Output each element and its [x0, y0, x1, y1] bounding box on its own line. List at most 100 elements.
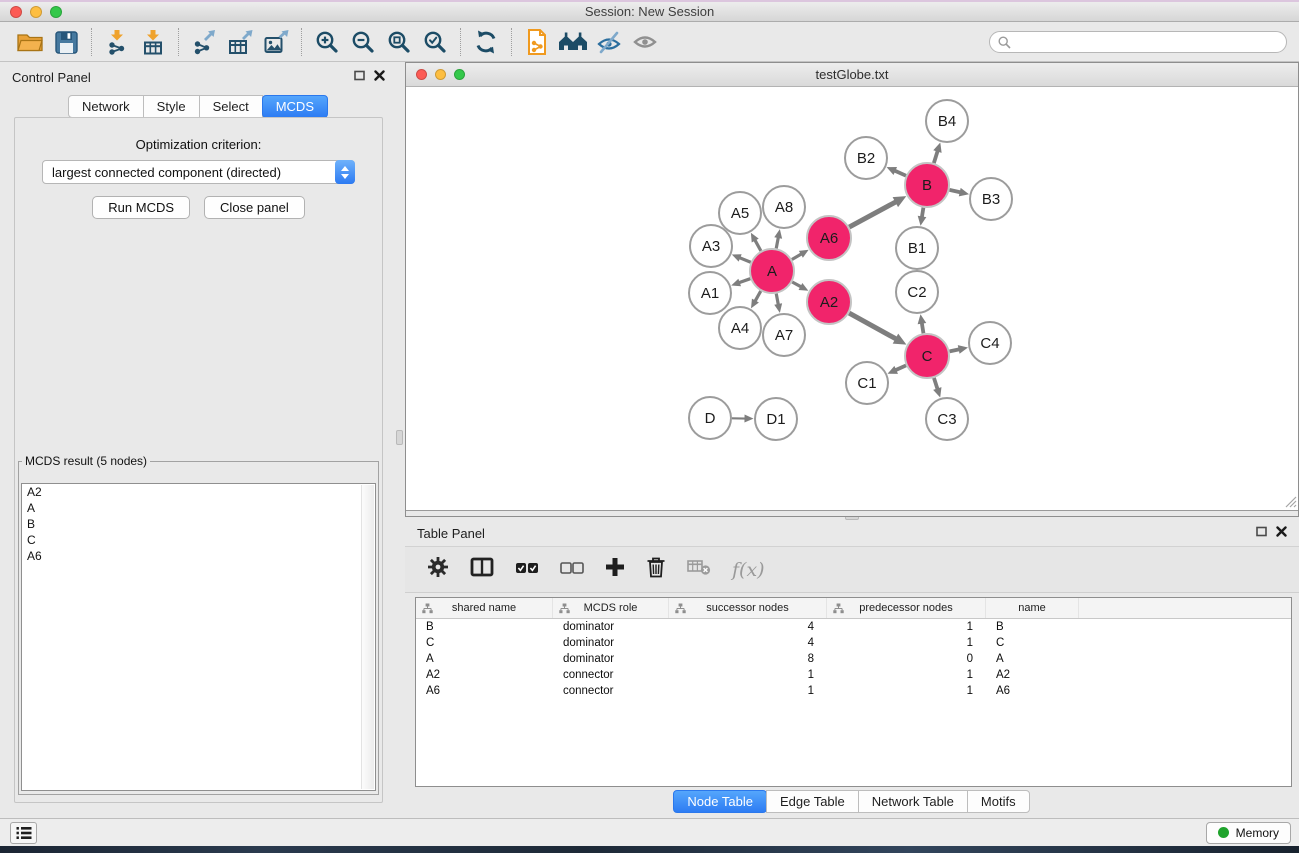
table-row[interactable]: A6connector11A6 — [416, 683, 1291, 699]
column-header-shared-name[interactable]: shared name — [416, 598, 553, 618]
resize-grip-icon[interactable] — [1284, 495, 1297, 508]
graph-edge-A-A4[interactable] — [751, 291, 761, 308]
graph-node-C4[interactable]: C4 — [969, 322, 1011, 364]
table-row[interactable]: Cdominator41C — [416, 635, 1291, 651]
close-panel-icon[interactable] — [374, 70, 385, 81]
run-mcds-button[interactable]: Run MCDS — [92, 196, 190, 219]
mcds-result-item[interactable]: A — [22, 500, 375, 516]
network-canvas[interactable]: B4 B2 B B3 A8A5 A6 A3 B1 A C2 A1 A2 A4A7 C4 C C1 C3 D D1 — [406, 87, 1298, 511]
search-input[interactable] — [1016, 35, 1278, 49]
graph-node-B[interactable]: B — [905, 163, 949, 207]
tab-style[interactable]: Style — [143, 95, 200, 118]
mcds-result-item[interactable]: A2 — [22, 484, 375, 500]
tab-mcds[interactable]: MCDS — [262, 95, 328, 118]
tab-node-table[interactable]: Node Table — [673, 790, 767, 813]
column-header-mcds-role[interactable]: MCDS role — [553, 598, 669, 618]
deselect-all-icon[interactable] — [560, 561, 584, 579]
import-table-icon[interactable] — [135, 26, 171, 58]
mcds-result-list[interactable]: A2ABCA6 — [21, 483, 376, 791]
graph-node-C1[interactable]: C1 — [846, 362, 888, 404]
tab-edge-table[interactable]: Edge Table — [766, 790, 859, 813]
mcds-result-item[interactable]: A6 — [22, 548, 375, 564]
table-settings-gear-icon[interactable] — [427, 556, 449, 583]
graph-node-C[interactable]: C — [905, 334, 949, 378]
graph-node-B1[interactable]: B1 — [896, 227, 938, 269]
column-header-name[interactable]: name — [986, 598, 1079, 618]
vertical-split-handle[interactable] — [396, 430, 403, 445]
export-table-icon[interactable] — [222, 26, 258, 58]
refresh-icon[interactable] — [468, 26, 504, 58]
graph-edge-A-A1[interactable] — [731, 279, 750, 287]
graph-edge-C-C3[interactable] — [933, 378, 941, 398]
table-row[interactable]: Bdominator41B — [416, 619, 1291, 635]
graph-node-A6[interactable]: A6 — [807, 216, 851, 260]
delete-row-trash-icon[interactable] — [646, 556, 666, 583]
graph-edge-A-A7[interactable] — [774, 294, 782, 313]
show-columns-icon[interactable] — [470, 557, 494, 582]
column-header-successor-nodes[interactable]: successor nodes — [669, 598, 827, 618]
zoom-out-icon[interactable] — [345, 26, 381, 58]
graph-node-A5[interactable]: A5 — [719, 192, 761, 234]
tab-motifs[interactable]: Motifs — [967, 790, 1030, 813]
graph-node-A1[interactable]: A1 — [689, 272, 731, 314]
graph-node-B2[interactable]: B2 — [845, 137, 887, 179]
tab-network[interactable]: Network — [68, 95, 144, 118]
graph-node-C3[interactable]: C3 — [926, 398, 968, 440]
graph-edge-C-C2[interactable] — [918, 314, 927, 333]
export-network-icon[interactable] — [186, 26, 222, 58]
search-field[interactable] — [989, 31, 1287, 53]
tab-network-table[interactable]: Network Table — [858, 790, 968, 813]
new-network-from-file-icon[interactable] — [519, 26, 555, 58]
graph-node-B4[interactable]: B4 — [926, 100, 968, 142]
graph-node-B3[interactable]: B3 — [970, 178, 1012, 220]
graph-edge-B-B4[interactable] — [933, 142, 941, 163]
graph-node-A[interactable]: A — [750, 249, 794, 293]
import-network-icon[interactable] — [99, 26, 135, 58]
graph-node-A7[interactable]: A7 — [763, 314, 805, 356]
graph-edge-B-B2[interactable] — [887, 167, 906, 176]
graph-edge-A-A6[interactable] — [792, 250, 809, 260]
graph-edge-A-A5[interactable] — [751, 233, 761, 251]
graph-node-C2[interactable]: C2 — [896, 271, 938, 313]
graph-edge-C-C4[interactable] — [950, 345, 968, 354]
graph-edge-A2-C[interactable] — [849, 313, 906, 345]
select-all-icon[interactable] — [515, 561, 539, 579]
graph-node-A8[interactable]: A8 — [763, 186, 805, 228]
show-panel-eye-icon[interactable] — [627, 26, 663, 58]
close-table-panel-icon[interactable] — [1276, 526, 1287, 537]
graph-node-A2[interactable]: A2 — [807, 280, 851, 324]
graph-edge-B-B1[interactable] — [918, 208, 927, 226]
graph-node-A4[interactable]: A4 — [719, 307, 761, 349]
graph-edge-A-A2[interactable] — [792, 282, 808, 291]
task-history-button[interactable] — [10, 822, 37, 844]
table-row[interactable]: A2connector11A2 — [416, 667, 1291, 683]
column-header-predecessor-nodes[interactable]: predecessor nodes — [827, 598, 986, 618]
open-session-icon[interactable] — [12, 26, 48, 58]
criterion-select[interactable]: largest connected component (directed) — [42, 160, 355, 184]
memory-button[interactable]: Memory — [1206, 822, 1291, 844]
graph-edge-D-D1[interactable] — [732, 415, 754, 423]
float-table-panel-icon[interactable] — [1256, 526, 1267, 537]
save-session-icon[interactable] — [48, 26, 84, 58]
graph-edge-A-A3[interactable] — [732, 254, 751, 262]
graph-node-D1[interactable]: D1 — [755, 398, 797, 440]
home-icon[interactable] — [555, 26, 591, 58]
table-row[interactable]: Adominator80A — [416, 651, 1291, 667]
export-image-icon[interactable] — [258, 26, 294, 58]
mcds-result-item[interactable]: B — [22, 516, 375, 532]
delete-table-icon[interactable] — [687, 558, 711, 581]
zoom-selected-icon[interactable] — [417, 26, 453, 58]
graph-node-A3[interactable]: A3 — [690, 225, 732, 267]
hide-panel-eye-icon[interactable] — [591, 26, 627, 58]
add-row-plus-icon[interactable] — [605, 557, 625, 582]
list-scrollbar[interactable] — [361, 485, 374, 789]
graph-edge-B-B3[interactable] — [949, 188, 969, 197]
tab-select[interactable]: Select — [199, 95, 263, 118]
float-panel-icon[interactable] — [354, 70, 365, 81]
graph-edge-A6-B[interactable] — [849, 196, 906, 227]
zoom-in-icon[interactable] — [309, 26, 345, 58]
graph-edge-A-A8[interactable] — [774, 229, 782, 248]
graph-edge-C-C1[interactable] — [888, 365, 907, 373]
function-builder-icon[interactable]: f(x) — [732, 559, 765, 581]
graph-node-D[interactable]: D — [689, 397, 731, 439]
